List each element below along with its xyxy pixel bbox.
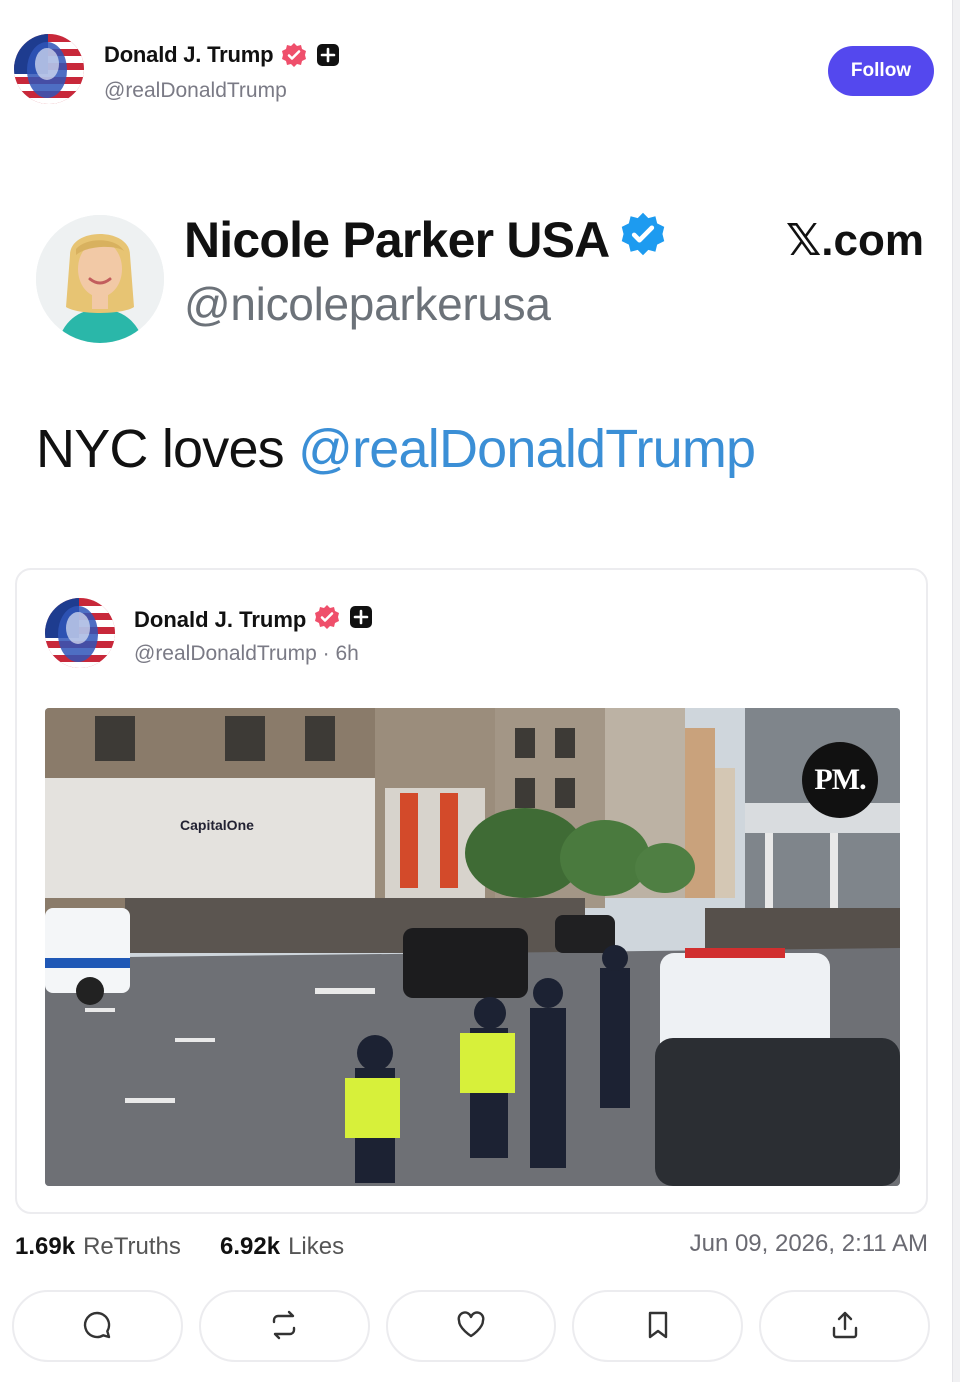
verified-badge-icon bbox=[281, 42, 307, 68]
like-icon bbox=[454, 1308, 488, 1345]
verified-badge-icon bbox=[314, 604, 340, 636]
embedded-post-text: NYC loves @realDonaldTrump bbox=[36, 418, 756, 480]
video-thumbnail[interactable]: CapitalOne PM. bbox=[45, 708, 900, 1186]
embedded-handle: @nicoleparkerusa bbox=[184, 278, 551, 330]
author-handle[interactable]: @realDonaldTrump bbox=[104, 79, 287, 103]
likes-label: Likes bbox=[288, 1233, 345, 1260]
author-name-text: Donald J. Trump bbox=[104, 42, 274, 67]
media-badge-icon bbox=[348, 604, 374, 636]
post-timestamp[interactable]: Jun 09, 2026, 2:11 AM bbox=[690, 1230, 928, 1258]
scrollbar-track[interactable] bbox=[952, 0, 960, 1382]
svg-text:CapitalOne: CapitalOne bbox=[180, 817, 254, 833]
retruth-button[interactable] bbox=[198, 1290, 370, 1362]
reply-button[interactable] bbox=[12, 1290, 183, 1362]
retruth-icon bbox=[267, 1308, 301, 1345]
action-bar bbox=[12, 1290, 930, 1362]
x-verified-icon bbox=[620, 211, 666, 269]
share-icon bbox=[828, 1308, 862, 1345]
retruths-count: 1.69k bbox=[15, 1233, 76, 1260]
embedded-post-image: Nicole Parker USA @nicoleparkerusa 𝕏.com bbox=[36, 205, 924, 355]
media-badge-icon bbox=[315, 42, 341, 68]
share-button[interactable] bbox=[759, 1290, 930, 1362]
bookmark-icon bbox=[641, 1308, 675, 1345]
likes-stat[interactable]: 6.92k Likes bbox=[220, 1233, 344, 1261]
retruths-label: ReTruths bbox=[83, 1233, 181, 1260]
embedded-name: Nicole Parker USA bbox=[184, 211, 666, 269]
quote-author-name[interactable]: Donald J. Trump bbox=[134, 604, 374, 636]
quoted-post-card[interactable]: Donald J. Trump @realDonaldTrump · 6h Ca… bbox=[15, 568, 928, 1214]
embedded-name-text: Nicole Parker USA bbox=[184, 212, 610, 268]
post-header: Donald J. Trump @realDonaldTrump Follow bbox=[14, 34, 934, 108]
reply-icon bbox=[80, 1308, 114, 1345]
likes-count: 6.92k bbox=[220, 1233, 281, 1260]
quote-author-name-text: Donald J. Trump bbox=[134, 607, 307, 632]
x-brand-label: 𝕏.com bbox=[785, 216, 924, 265]
quote-avatar[interactable] bbox=[45, 598, 115, 668]
post-stats: 1.69k ReTruths 6.92k Likes Jun 09, 2026,… bbox=[15, 1230, 928, 1264]
publisher-logo: PM. bbox=[802, 742, 878, 818]
avatar[interactable] bbox=[14, 34, 84, 104]
quote-handle-time: @realDonaldTrump · 6h bbox=[134, 642, 359, 665]
author-name[interactable]: Donald J. Trump bbox=[104, 42, 341, 68]
retruths-stat[interactable]: 1.69k ReTruths bbox=[15, 1233, 181, 1261]
mention-link: @realDonaldTrump bbox=[298, 419, 756, 479]
follow-button[interactable]: Follow bbox=[828, 46, 934, 96]
like-button[interactable] bbox=[385, 1290, 557, 1362]
bookmark-button[interactable] bbox=[572, 1290, 744, 1362]
embedded-avatar bbox=[36, 215, 164, 343]
post-text-prefix: NYC loves bbox=[36, 419, 299, 479]
